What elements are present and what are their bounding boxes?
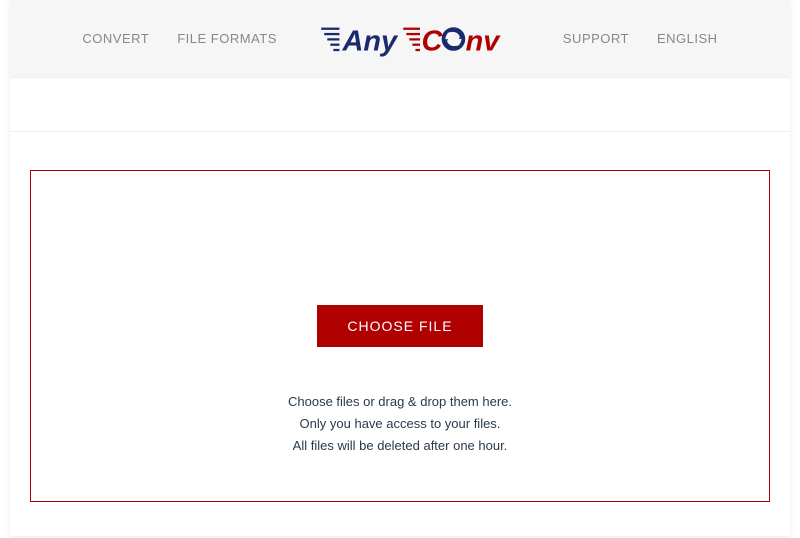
info-line-2: Only you have access to your files. <box>288 413 512 435</box>
nav-convert[interactable]: CONVERT <box>82 31 149 46</box>
choose-file-button[interactable]: CHOOSE FILE <box>317 305 482 347</box>
header: CONVERT FILE FORMATS Any <box>10 0 790 78</box>
info-line-3: All files will be deleted after one hour… <box>288 435 512 457</box>
logo-icon: Any C <box>315 20 525 58</box>
svg-text:nv: nv <box>465 25 501 57</box>
svg-text:Any: Any <box>341 25 398 57</box>
page-wrapper: CONVERT FILE FORMATS Any <box>10 0 790 536</box>
subheader <box>10 78 790 132</box>
info-line-1: Choose files or drag & drop them here. <box>288 391 512 413</box>
main: CHOOSE FILE Choose files or drag & drop … <box>10 132 790 522</box>
svg-text:C: C <box>421 25 443 57</box>
nav-file-formats[interactable]: FILE FORMATS <box>177 31 277 46</box>
nav-support[interactable]: SUPPORT <box>563 31 629 46</box>
dropzone[interactable]: CHOOSE FILE Choose files or drag & drop … <box>30 170 770 502</box>
dropzone-info: Choose files or drag & drop them here. O… <box>288 391 512 457</box>
nav-english[interactable]: ENGLISH <box>657 31 718 46</box>
logo[interactable]: Any C <box>315 20 525 58</box>
